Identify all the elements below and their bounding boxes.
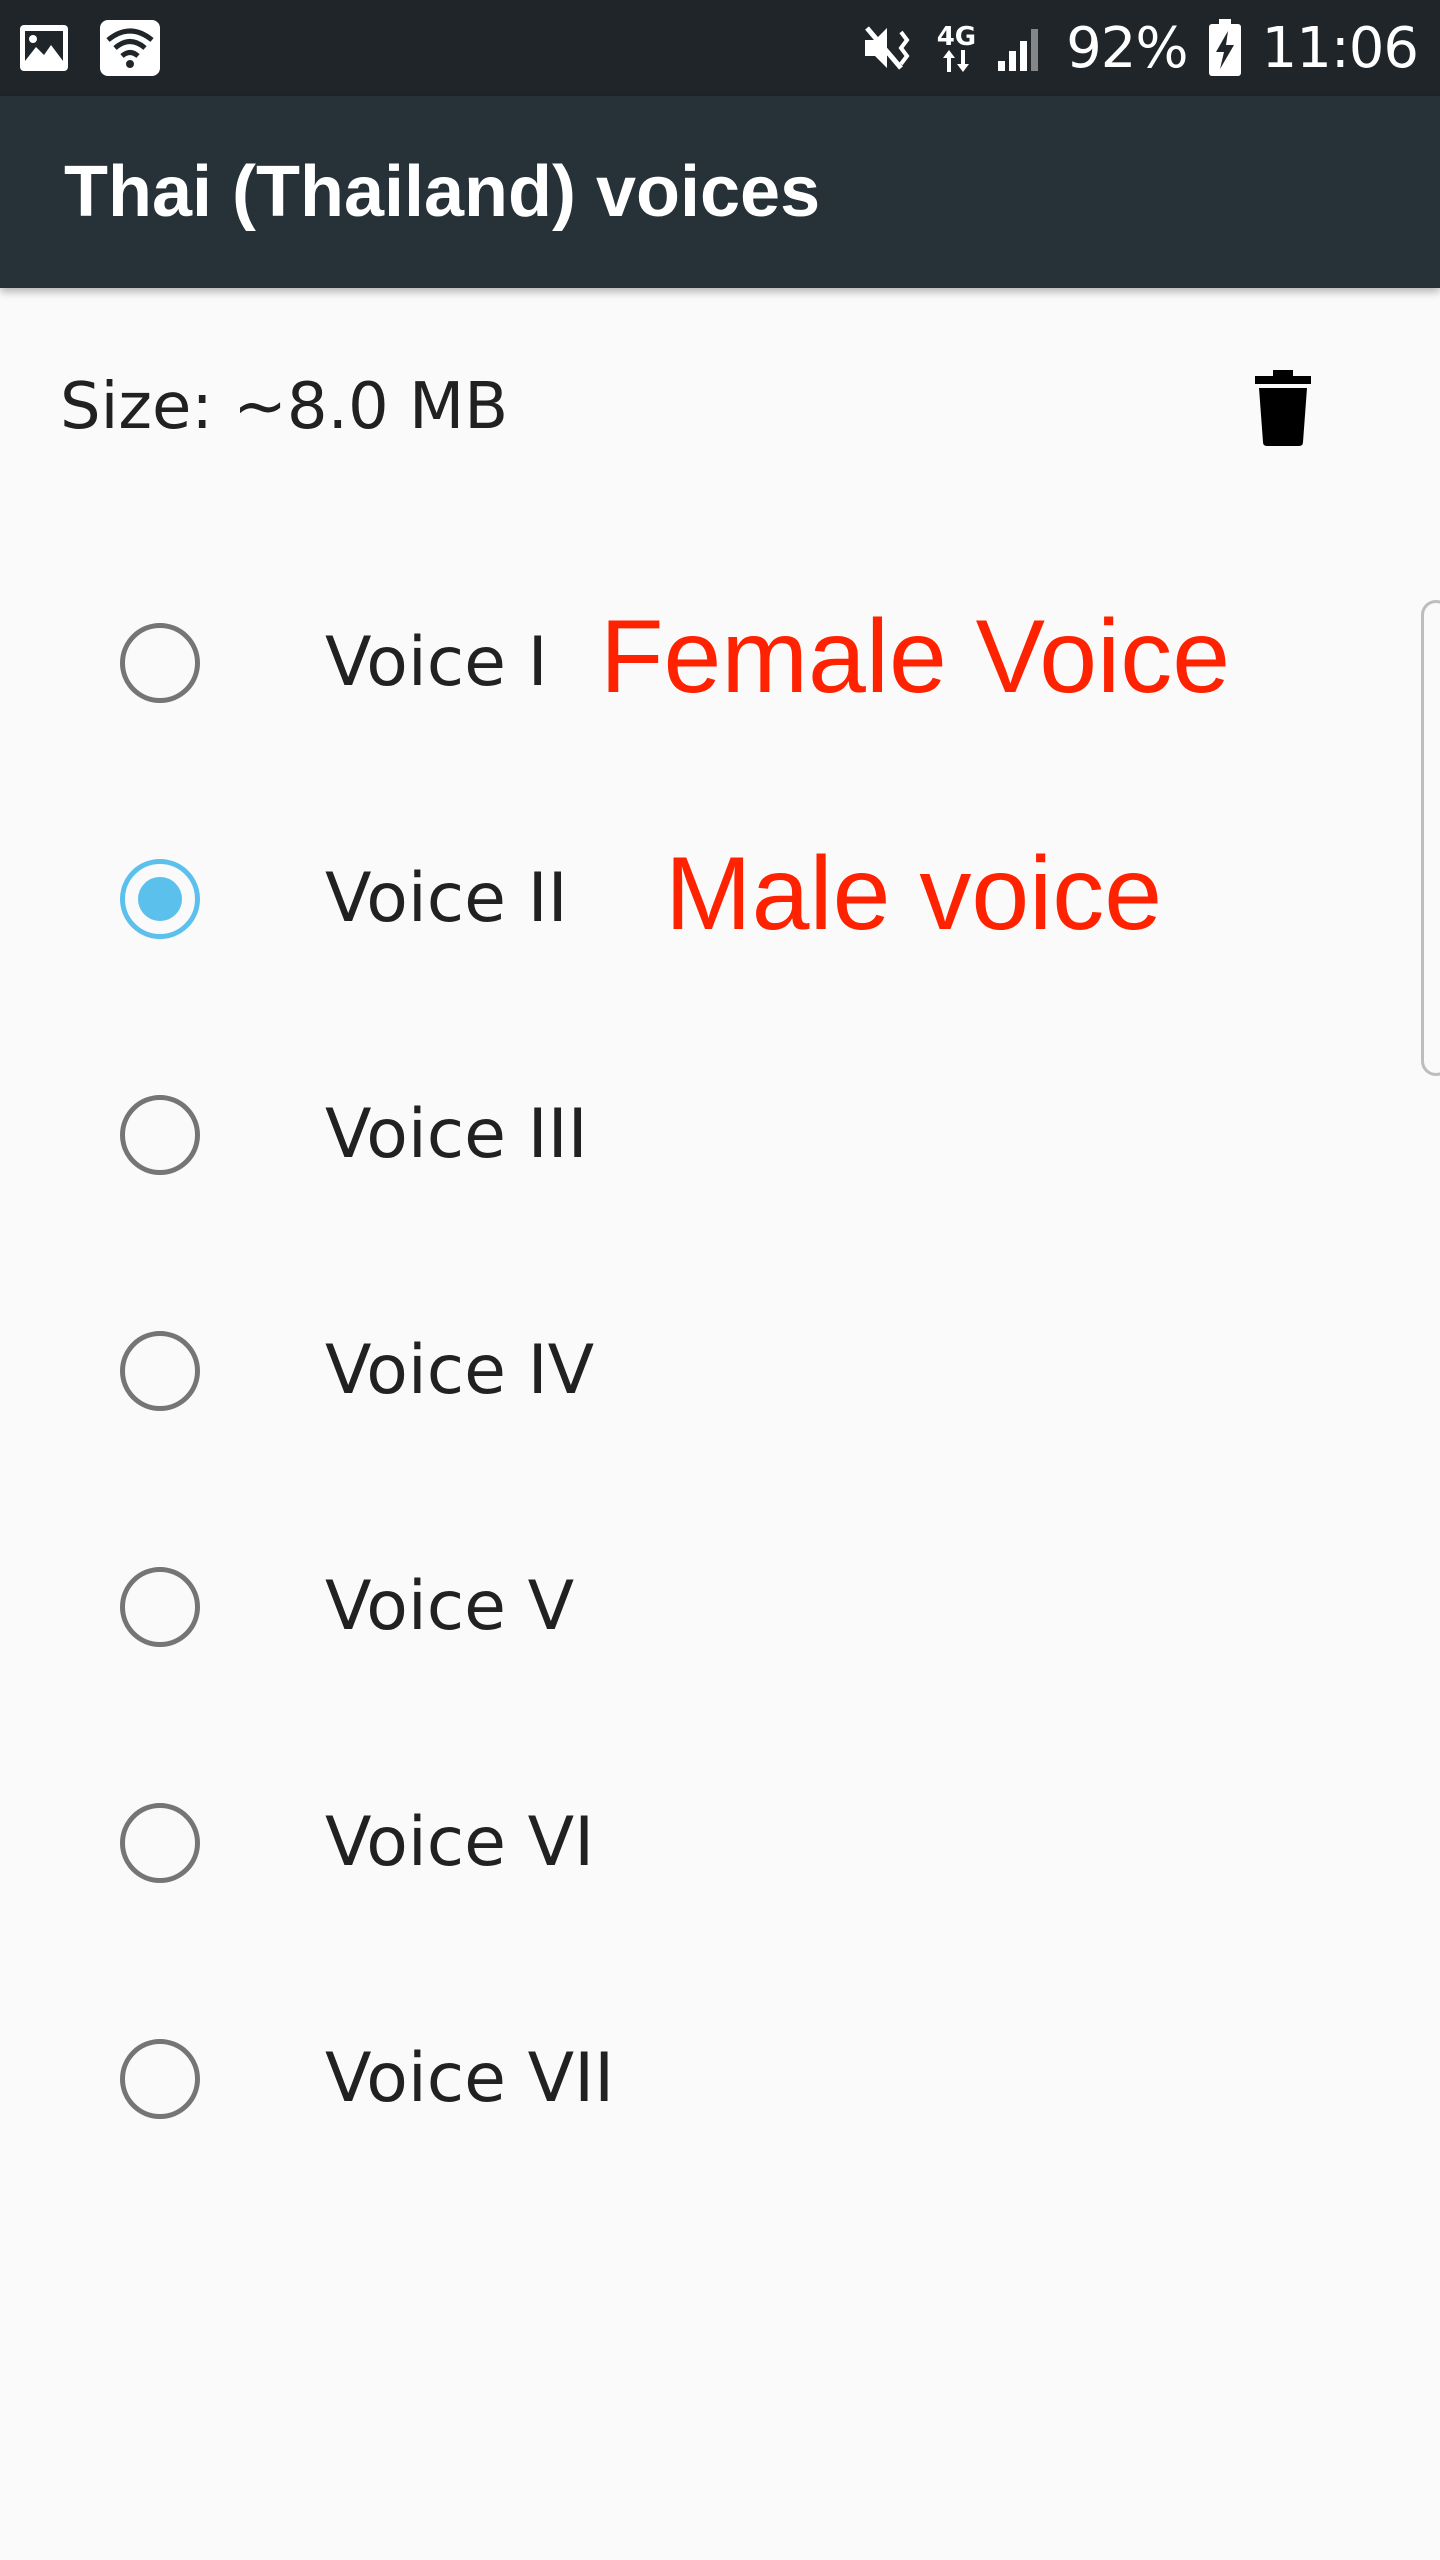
voice-option[interactable]: Voice III xyxy=(0,1017,1440,1253)
page-title: Thai (Thailand) voices xyxy=(64,152,821,232)
battery-percent: 92% xyxy=(1066,15,1188,81)
voice-label: Voice VI xyxy=(325,1803,595,1882)
radio-button-checked[interactable] xyxy=(120,859,200,939)
status-bar: 4G 92% 11:06 xyxy=(0,0,1440,96)
voice-label: Voice V xyxy=(325,1567,575,1646)
network-4g-icon: 4G xyxy=(937,24,976,72)
battery-charging-icon xyxy=(1208,19,1242,77)
radio-button[interactable] xyxy=(120,1803,200,1883)
signal-icon xyxy=(996,23,1046,73)
female-voice-annotation: Female Voice xyxy=(600,599,1231,715)
voice-list: Voice I Voice II Voice III Voice IV Voice V V… xyxy=(0,545,1440,2197)
radio-button[interactable] xyxy=(120,1095,200,1175)
status-bar-left xyxy=(18,20,160,76)
radio-button[interactable] xyxy=(120,1567,200,1647)
voice-label: Voice VII xyxy=(325,2039,615,2118)
voice-label: Voice II xyxy=(325,859,568,938)
voice-label: Voice III xyxy=(325,1095,588,1174)
voice-label: Voice IV xyxy=(325,1331,595,1410)
delete-button[interactable] xyxy=(1255,370,1329,454)
radio-button[interactable] xyxy=(120,2039,200,2119)
voice-option[interactable]: Voice V xyxy=(0,1489,1440,1725)
male-voice-annotation: Male voice xyxy=(665,836,1163,952)
radio-button[interactable] xyxy=(120,1331,200,1411)
mute-vibrate-icon xyxy=(861,22,917,74)
trash-icon xyxy=(1255,370,1311,450)
wifi-icon xyxy=(100,20,160,76)
voice-option[interactable]: Voice VII xyxy=(0,1961,1440,2197)
size-label: Size: ~8.0 MB xyxy=(60,370,509,444)
app-bar: Thai (Thailand) voices xyxy=(0,96,1440,288)
voice-label: Voice I xyxy=(325,623,548,702)
gallery-icon xyxy=(18,23,70,73)
voice-option[interactable]: Voice IV xyxy=(0,1253,1440,1489)
clock: 11:06 xyxy=(1261,15,1419,81)
voice-option[interactable]: Voice VI xyxy=(0,1725,1440,1961)
radio-button[interactable] xyxy=(120,623,200,703)
status-bar-right: 4G 92% 11:06 xyxy=(861,0,1419,96)
